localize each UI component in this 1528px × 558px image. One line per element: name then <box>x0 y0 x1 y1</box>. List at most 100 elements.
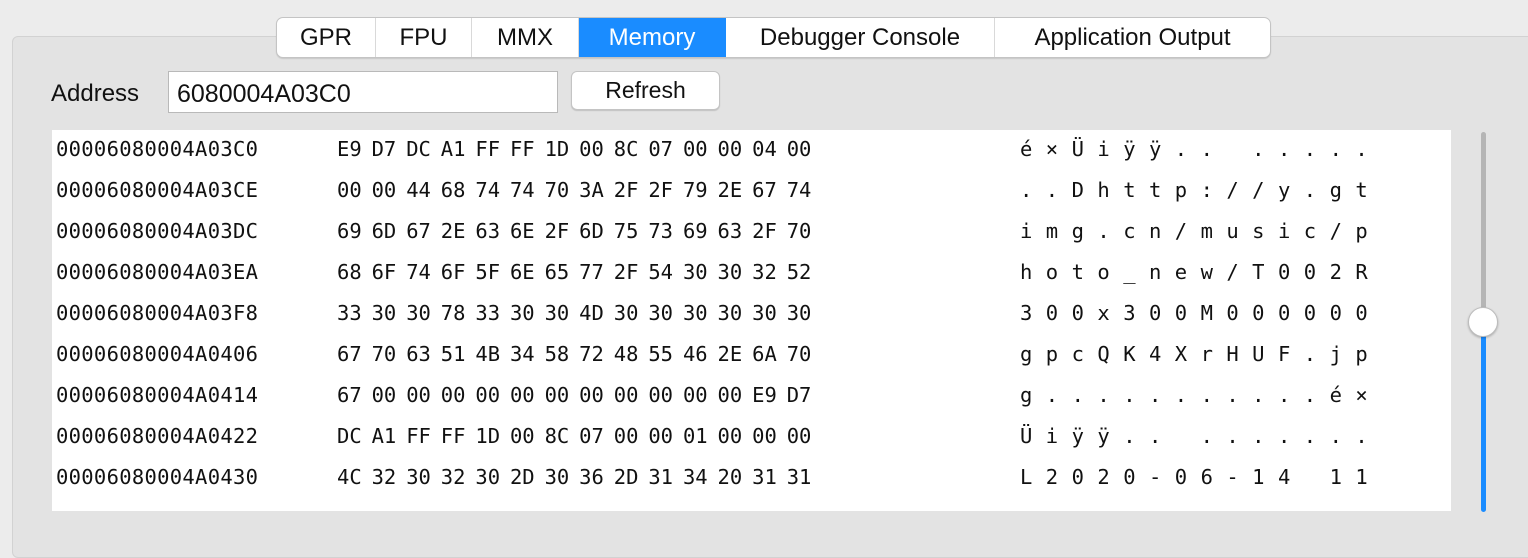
hex-byte: 8C <box>613 137 639 161</box>
tab-debugger-console[interactable]: Debugger Console <box>726 18 995 57</box>
hex-byte: 30 <box>475 465 501 489</box>
hex-byte: 00 <box>371 178 397 202</box>
hex-byte: FF <box>406 424 431 448</box>
ascii-char: p <box>1355 342 1368 366</box>
hex-byte: 00 <box>682 137 708 161</box>
ascii-char <box>1304 465 1330 489</box>
hex-byte: 30 <box>371 301 397 325</box>
ascii-char: t <box>1123 178 1136 202</box>
ascii-char: 4 <box>1148 342 1162 366</box>
ascii-char: g <box>1020 383 1033 407</box>
memory-hex-view[interactable]: 00006080004A03C0 E9 D7 DC A1 FF FF 1D 00 8C 07 00 00… <box>52 130 1451 511</box>
memory-scroll-slider[interactable] <box>1466 132 1502 512</box>
ascii-char: h <box>1020 260 1033 284</box>
ascii-char: . <box>1071 383 1084 407</box>
hex-byte: 31 <box>648 465 674 489</box>
hex-byte: 30 <box>544 301 570 325</box>
hex-byte: 2F <box>752 219 777 243</box>
ascii-char: / <box>1174 219 1188 243</box>
ascii-char: . <box>1097 219 1110 243</box>
hex-byte: 00 <box>752 424 777 448</box>
hex-byte: 55 <box>648 342 674 366</box>
ascii-char: 0 <box>1071 301 1084 325</box>
ascii-char: 0 <box>1355 301 1368 325</box>
ascii-char: 0 <box>1252 301 1265 325</box>
ascii-char: i <box>1045 424 1059 448</box>
row-hex-bytes: DC A1 FF FF 1D 00 8C 07 00 00 01 00 00 00 <box>337 424 821 448</box>
memory-row: 00006080004A0422 DC A1 FF FF 1D 00 8C 07 00 00 01 00… <box>52 417 1451 458</box>
hex-byte: 67 <box>752 178 777 202</box>
ascii-char: h <box>1097 178 1110 202</box>
tab-fpu[interactable]: FPU <box>376 18 472 57</box>
hex-byte: 69 <box>682 219 708 243</box>
row-ascii: .. Dh t t p: / / y. g t <box>1020 178 1381 202</box>
ascii-char: . <box>1303 342 1317 366</box>
row-hex-bytes: 67 00 00 00 00 00 00 00 00 00 00 00 E9 D7 <box>337 383 821 407</box>
ascii-char: H <box>1226 342 1239 366</box>
tab-application-output[interactable]: Application Output <box>995 18 1270 57</box>
hex-byte: 75 <box>613 219 639 243</box>
ascii-char: 2 <box>1097 465 1110 489</box>
refresh-button[interactable]: Refresh <box>571 71 720 110</box>
hex-byte: 00 <box>786 137 812 161</box>
hex-byte: 5F <box>475 260 501 284</box>
hex-byte: 2E <box>717 178 743 202</box>
ascii-char: é <box>1329 383 1342 407</box>
tab-gpr[interactable]: GPR <box>277 18 376 57</box>
hex-byte: 30 <box>544 465 570 489</box>
hex-byte: 74 <box>786 178 812 202</box>
ascii-char: . <box>1123 383 1136 407</box>
hex-byte: 07 <box>579 424 604 448</box>
ascii-char: . <box>1020 178 1033 202</box>
ascii-char: . <box>1303 137 1317 161</box>
hex-byte: 00 <box>717 383 743 407</box>
hex-byte: 73 <box>648 219 674 243</box>
hex-byte: 65 <box>544 260 570 284</box>
row-ascii: 300x300M000000 <box>1020 301 1381 325</box>
row-hex-bytes: 68 6F 74 6F 5F 6E 65 77 2F 54 30 30 32 52 <box>337 260 821 284</box>
memory-row: 00006080004A03F8 33 30 30 78 33 30 30 4D 30 30 30 30… <box>52 294 1451 335</box>
hex-byte: 00 <box>509 383 535 407</box>
address-input[interactable] <box>168 71 558 113</box>
hex-byte: 74 <box>509 178 535 202</box>
ascii-char: 0 <box>1303 301 1317 325</box>
ascii-char: D <box>1071 178 1084 202</box>
hex-byte: 01 <box>682 424 708 448</box>
hex-byte: 79 <box>682 178 708 202</box>
hex-byte: 48 <box>613 342 639 366</box>
hex-byte: 34 <box>509 342 535 366</box>
hex-byte: 3A <box>579 178 604 202</box>
hex-byte: 70 <box>786 219 812 243</box>
ascii-char: / <box>1252 178 1265 202</box>
hex-byte: 2E <box>717 342 743 366</box>
hex-byte: 32 <box>440 465 466 489</box>
ascii-char: o <box>1097 260 1110 284</box>
ascii-char: g <box>1329 178 1342 202</box>
hex-byte: 6F <box>440 260 466 284</box>
ascii-char: . <box>1303 424 1317 448</box>
hex-byte: 00 <box>717 137 743 161</box>
ascii-char: n <box>1148 260 1162 284</box>
hex-byte: D7 <box>371 137 397 161</box>
row-ascii: h o t o _ n e w / T 0 0 2 R <box>1020 260 1381 284</box>
ascii-char: 2 <box>1329 260 1342 284</box>
ascii-char: 0 <box>1071 465 1084 489</box>
ascii-char: r <box>1200 342 1213 366</box>
hex-byte: DC <box>406 137 431 161</box>
row-address: 00006080004A03EA <box>56 260 259 284</box>
ascii-char: . <box>1200 383 1213 407</box>
ascii-char: 3 <box>1123 301 1136 325</box>
ascii-char: 3 <box>1020 301 1033 325</box>
tab-memory[interactable]: Memory <box>579 18 726 57</box>
ascii-char: T <box>1252 260 1265 284</box>
hex-byte: 46 <box>682 342 708 366</box>
hex-byte: 1D <box>475 424 501 448</box>
ascii-char: _ <box>1123 260 1136 284</box>
tab-mmx[interactable]: MMX <box>472 18 579 57</box>
hex-byte: 72 <box>579 342 604 366</box>
hex-byte: 31 <box>786 465 812 489</box>
ascii-char: c <box>1123 219 1136 243</box>
row-hex-bytes: 67 70 63 51 4B 34 58 72 48 55 46 2E 6A 70 <box>337 342 821 366</box>
slider-knob[interactable] <box>1468 307 1498 337</box>
hex-byte: 8C <box>544 424 570 448</box>
